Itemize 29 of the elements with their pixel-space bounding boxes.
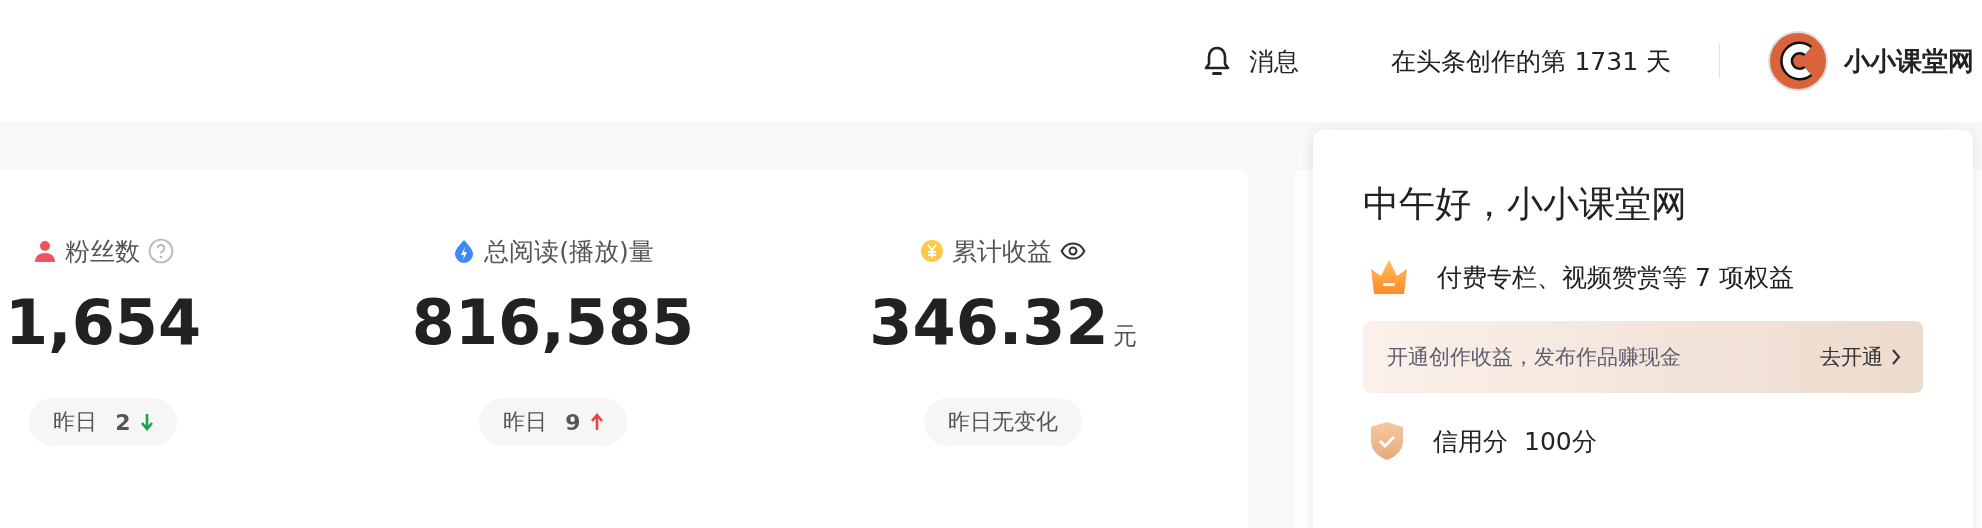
- income-banner[interactable]: 开通创作收益，发布作品赚现金 去开通: [1363, 321, 1923, 393]
- change-label: 昨日无变化: [948, 408, 1058, 436]
- creation-days: 在头条创作的第 1731 天: [1391, 44, 1671, 78]
- notifications-link[interactable]: 消息: [1249, 44, 1300, 78]
- change-label: 昨日: [53, 408, 98, 436]
- stat-unit: 元: [1112, 321, 1137, 352]
- greeting: 中午好，小小课堂网: [1363, 182, 1688, 226]
- credit-score: 100分: [1524, 425, 1597, 458]
- stat-label: 累计收益: [952, 235, 1052, 268]
- crown-icon: [1369, 259, 1409, 295]
- stat-value: 816,585: [411, 286, 695, 359]
- user-name[interactable]: 小小课堂网: [1844, 43, 1974, 79]
- shield-check-icon: [1369, 421, 1405, 461]
- banner-text: 开通创作收益，发布作品赚现金: [1387, 344, 1681, 371]
- credit-label: 信用分: [1433, 425, 1508, 458]
- stat-label: 粉丝数: [64, 235, 140, 268]
- change-label: 昨日: [503, 408, 548, 436]
- change-amount: 9: [565, 409, 581, 435]
- avatar[interactable]: [1768, 31, 1828, 91]
- coin-icon: [920, 239, 944, 263]
- stat-value: 1,654: [4, 286, 202, 359]
- bell-icon[interactable]: [1203, 46, 1232, 76]
- activate-link[interactable]: 去开通: [1820, 343, 1901, 371]
- stat-value: 346.32: [869, 286, 1109, 359]
- change-amount: 2: [115, 409, 131, 435]
- stat-label: 总阅读(播放)量: [484, 235, 654, 268]
- benefits-text: 付费专栏、视频赞赏等 7 项权益: [1437, 261, 1794, 294]
- chevron-right-icon: [1891, 348, 1901, 366]
- person-icon: [32, 239, 57, 263]
